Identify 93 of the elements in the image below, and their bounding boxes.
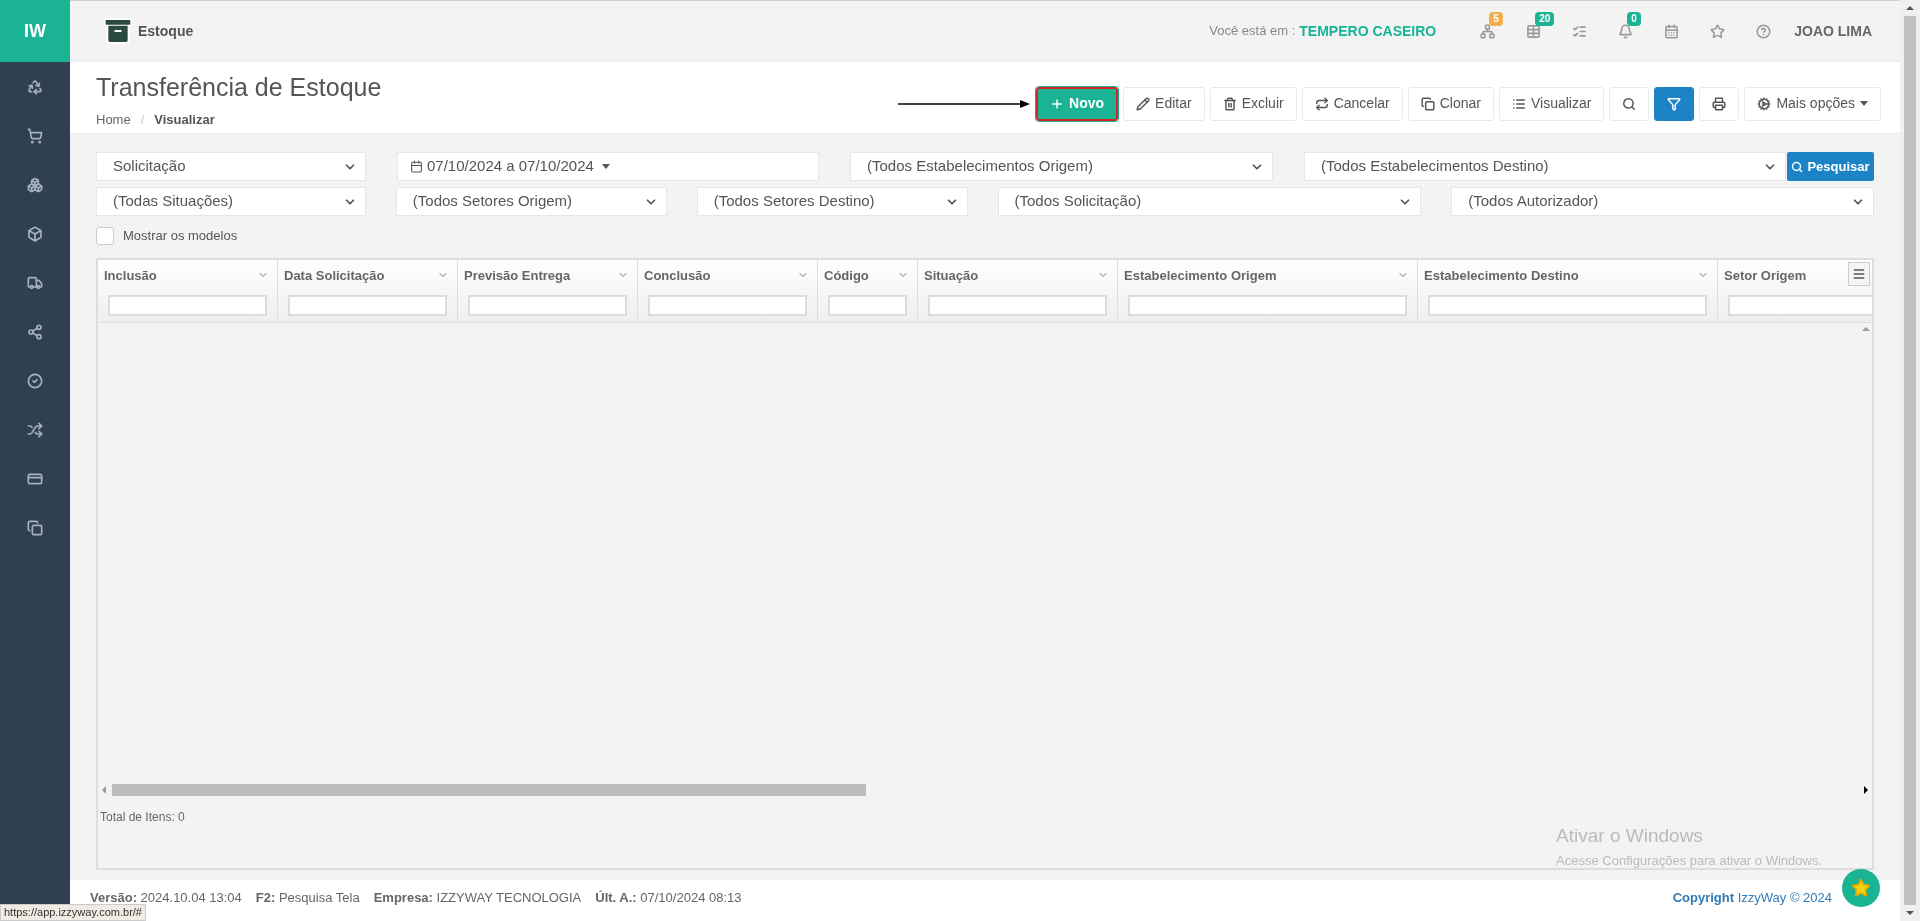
box-icon[interactable]: [27, 225, 43, 242]
share-icon[interactable]: [27, 323, 43, 340]
help-icon[interactable]: [1755, 23, 1771, 39]
column-header[interactable]: Previsão Entrega: [458, 259, 638, 322]
filter-icon: [1667, 96, 1682, 111]
footer-info: Empresa: IZZYWAY TECNOLOGIA: [373, 889, 582, 907]
calendar-icon: [410, 160, 423, 173]
count-badge: 20: [1535, 12, 1555, 26]
column-filter-input[interactable]: [288, 295, 447, 316]
truck-icon[interactable]: [27, 274, 43, 291]
clone-button[interactable]: Clonar: [1407, 86, 1494, 121]
horizontal-scrollbar[interactable]: [112, 784, 866, 796]
filter-button[interactable]: [1654, 86, 1695, 121]
count-badge: 5: [1489, 12, 1503, 26]
bell-icon[interactable]: [1617, 23, 1633, 39]
select-field[interactable]: (Todos Estabelecimentos Origem): [850, 152, 1273, 181]
select-field[interactable]: (Todas Situações): [96, 187, 366, 216]
column-header[interactable]: Conclusão: [638, 259, 818, 322]
search-button[interactable]: [1609, 86, 1650, 121]
total-items: Total de Itens: 0: [100, 810, 185, 824]
copy-icon: [1420, 96, 1435, 111]
location-name: TEMPERO CASEIRO: [1299, 21, 1437, 41]
column-header[interactable]: Inclusão: [98, 259, 278, 322]
column-filter-input[interactable]: [1128, 295, 1407, 316]
caret-icon: [601, 164, 610, 169]
copy-icon[interactable]: [27, 519, 43, 536]
footer-info: Últ. A.: 07/10/2024 08:13: [595, 889, 742, 907]
select-field[interactable]: (Todos Estabelecimentos Destino): [1304, 152, 1786, 181]
column-filter-input[interactable]: [928, 295, 1107, 316]
boxes-icon[interactable]: [27, 176, 43, 193]
column-filter-input[interactable]: [468, 295, 627, 316]
star-icon: [1851, 878, 1871, 898]
column-filter-input[interactable]: [1428, 295, 1707, 316]
page-scrollbar[interactable]: [1900, 0, 1920, 921]
more-options-button[interactable]: Mais opções: [1744, 86, 1881, 121]
cart-icon[interactable]: [27, 127, 43, 144]
print-button[interactable]: [1699, 86, 1740, 121]
breadcrumb-item[interactable]: Home: [96, 110, 131, 130]
list-icon: [1511, 96, 1526, 111]
select-field[interactable]: (Todos Autorizador): [1451, 187, 1874, 216]
calendar-icon[interactable]: [1663, 23, 1679, 39]
activation-subtitle: Acesse Configurações para ativar o Windows.: [1556, 851, 1822, 868]
pencil-icon: [1136, 96, 1151, 111]
view-button[interactable]: Visualizar: [1498, 86, 1605, 121]
module-name: Estoque: [138, 21, 194, 41]
page-title: Transferência de Estoque: [96, 72, 382, 102]
footer-info: Versão: 2024.10.04 13:04: [90, 889, 242, 907]
column-header[interactable]: Data Solicitação: [278, 259, 458, 322]
checkbox[interactable]: [96, 226, 114, 245]
select-field[interactable]: (Todos Solicitação): [997, 187, 1422, 216]
status-url: https://app.izzyway.com.br/#: [0, 904, 146, 921]
breadcrumb-item: Visualizar: [154, 111, 215, 129]
menu-icon: [1852, 266, 1866, 281]
shuffle-icon[interactable]: [27, 421, 43, 438]
count-badge: 0: [1627, 12, 1641, 26]
cancel-button[interactable]: Cancelar: [1301, 86, 1403, 121]
column-header[interactable]: Situação: [918, 259, 1118, 322]
archive-icon: [102, 15, 134, 47]
star-icon[interactable]: [1709, 23, 1725, 39]
date-range-field[interactable]: 07/10/2024 a 07/10/2024: [397, 152, 819, 181]
column-menu-button[interactable]: [1848, 261, 1870, 286]
location-label: Você está em :: [1209, 22, 1296, 41]
table-icon[interactable]: [1525, 23, 1541, 39]
recycle-icon[interactable]: [27, 78, 43, 95]
caret-icon: [1860, 101, 1868, 106]
delete-button[interactable]: Excluir: [1209, 86, 1297, 121]
footer-info: F2: Pesquisa Tela: [255, 889, 360, 907]
column-filter-input[interactable]: [828, 295, 907, 316]
column-filter-input[interactable]: [1728, 295, 1872, 316]
search-icon: [1622, 96, 1637, 111]
column-header[interactable]: Estabelecimento Destino: [1418, 259, 1718, 322]
repeat-icon: [1314, 96, 1329, 111]
select-field[interactable]: (Todos Setores Destino): [696, 187, 968, 216]
activation-title: Ativar o Windows: [1556, 824, 1704, 848]
checkbox-label: Mostrar os modelos: [123, 227, 238, 245]
select-field[interactable]: Solicitação: [96, 152, 366, 181]
check-circle-icon[interactable]: [27, 372, 43, 389]
cog-icon: [1757, 96, 1772, 111]
column-header[interactable]: Estabelecimento Origem: [1118, 259, 1418, 322]
copyright: Copyright IzzyWay © 2024: [1672, 889, 1832, 907]
trash-icon: [1222, 96, 1237, 111]
checklist-icon[interactable]: [1571, 23, 1587, 39]
column-filter-input[interactable]: [648, 295, 807, 316]
printer-icon: [1712, 96, 1727, 111]
edit-button[interactable]: Editar: [1123, 86, 1205, 121]
search-icon: [1791, 160, 1804, 173]
search-submit-button[interactable]: Pesquisar: [1787, 152, 1874, 181]
breadcrumb-separator: /: [140, 111, 145, 129]
user-name[interactable]: JOAO LIMA: [1794, 20, 1872, 42]
column-header[interactable]: Código: [818, 259, 918, 322]
select-field[interactable]: (Todos Setores Origem): [395, 187, 667, 216]
column-filter-input[interactable]: [108, 295, 267, 316]
plus-icon: [1050, 96, 1065, 111]
